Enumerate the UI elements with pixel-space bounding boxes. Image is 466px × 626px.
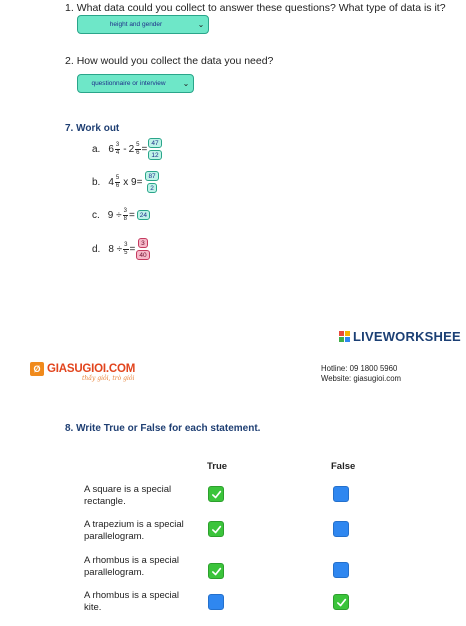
answer-fraction: 47 12 <box>148 138 162 160</box>
operator: x 9= <box>123 176 143 188</box>
contact-info: Hotline: 09 1800 5960 Website: giasugioi… <box>321 364 401 384</box>
whole-number: 9 ÷ <box>107 209 122 221</box>
item-label: b. <box>92 176 101 188</box>
liveworksheets-logo: LIVEWORKSHEE <box>339 329 461 344</box>
true-checkbox-3[interactable] <box>208 563 224 579</box>
answer-denominator-input[interactable]: 2 <box>147 183 157 193</box>
column-header-true: True <box>207 461 228 472</box>
false-checkbox-2[interactable] <box>333 521 349 537</box>
question-2-number: 2. <box>65 55 74 67</box>
whole-number: 6 <box>108 143 114 155</box>
checkmark-icon <box>211 567 221 575</box>
equals-sign: = <box>141 143 148 155</box>
work-item-c: c. 9 ÷ 38 = 24 <box>92 208 151 222</box>
section-8-title: 8. Write True or False for each statemen… <box>65 423 261 434</box>
denominator: 5 <box>124 249 128 256</box>
answer-numerator-input[interactable]: 87 <box>145 171 159 181</box>
true-checkbox-4[interactable] <box>208 594 224 610</box>
statement-line: rectangle. <box>84 496 126 507</box>
fraction: 35 <box>123 242 129 256</box>
chevron-down-icon: ⌄ <box>182 79 190 88</box>
whole-number: 4 <box>108 176 114 188</box>
item-label: d. <box>92 243 101 255</box>
statement-line: parallelogram. <box>84 531 145 542</box>
answer-input[interactable]: 24 <box>136 210 151 220</box>
fraction: 34 <box>114 142 121 156</box>
denominator: 4 <box>115 149 120 156</box>
checkmark-icon <box>211 490 221 498</box>
q2-answer-value: questionnaire or interview <box>91 80 166 87</box>
answer-denominator-input[interactable]: 40 <box>136 250 150 260</box>
numerator: 3 <box>123 242 129 250</box>
equals-sign: = <box>128 209 135 221</box>
statement-line: parallelogram. <box>84 567 145 578</box>
false-checkbox-3[interactable] <box>333 562 349 578</box>
website: Website: giasugioi.com <box>321 374 402 383</box>
denominator: 6 <box>115 182 120 189</box>
statement-line: A square is a special <box>84 484 172 495</box>
answer-fraction: 3 40 <box>136 238 150 260</box>
numerator: 3 <box>114 142 121 150</box>
statement-1: A square is a special rectangle. <box>84 484 202 508</box>
answer-denominator-input[interactable]: 12 <box>148 150 162 160</box>
question-2: 2. How would you collect the data you ne… <box>65 55 273 67</box>
statement-line: kite. <box>84 602 102 613</box>
question-1: 1. What data could you collect to answer… <box>65 2 446 14</box>
checkmark-icon <box>336 598 346 606</box>
statement-line: A trapezium is a special <box>84 519 184 530</box>
checkmark-icon <box>211 525 221 533</box>
true-checkbox-2[interactable] <box>208 521 224 537</box>
question-1-number: 1. <box>65 2 74 14</box>
chevron-down-icon: ⌄ <box>197 20 205 29</box>
numerator: 5 <box>135 142 141 150</box>
whole-number: 8 ÷ <box>108 243 123 255</box>
hotline: Hotline: 09 1800 5960 <box>321 364 398 373</box>
fraction: 56 <box>135 142 141 156</box>
statement-4: A rhombus is a special kite. <box>84 590 202 614</box>
section-7-title: 7. Work out <box>65 123 120 134</box>
statement-line: A rhombus is a special <box>84 555 180 566</box>
fraction: 38 <box>122 208 128 222</box>
statement-3: A rhombus is a special parallelogram. <box>84 555 202 579</box>
answer-fraction: 87 2 <box>145 171 159 193</box>
question-1-text: What data could you collect to answer th… <box>76 2 446 14</box>
statement-2: A trapezium is a special parallelogram. <box>84 519 202 543</box>
false-checkbox-4[interactable] <box>333 594 349 610</box>
statement-line: A rhombus is a special <box>84 590 180 601</box>
q2-answer-select[interactable]: questionnaire or interview ⌄ <box>77 74 194 93</box>
item-label: a. <box>92 143 101 155</box>
operator: - <box>123 143 127 155</box>
numerator: 5 <box>114 175 121 183</box>
giasugioi-logo: Ø GIASUGIOI.COM thầy giỏi, trò giỏi <box>30 362 135 382</box>
true-checkbox-1[interactable] <box>208 486 224 502</box>
giasugioi-logo-icon: Ø <box>30 362 44 376</box>
denominator: 8 <box>123 215 127 222</box>
work-item-d: d. 8 ÷ 35 = 3 40 <box>92 238 150 260</box>
work-item-a: a. 6 34 - 2 56 = 47 12 <box>92 138 162 160</box>
giasugioi-tagline: thầy giỏi, trò giỏi <box>82 375 135 382</box>
q1-answer-select[interactable]: height and gender ⌄ <box>77 15 209 34</box>
denominator: 6 <box>136 149 140 156</box>
numerator: 3 <box>122 208 128 216</box>
work-item-b: b. 4 56 x 9= 87 2 <box>92 171 159 193</box>
column-header-false: False <box>331 461 356 472</box>
item-label: c. <box>92 209 100 221</box>
question-2-text: How would you collect the data you need? <box>76 55 274 67</box>
q1-answer-value: height and gender <box>109 21 163 28</box>
whole-number: 2 <box>128 143 135 155</box>
answer-numerator-input[interactable]: 47 <box>148 138 162 148</box>
false-checkbox-1[interactable] <box>333 486 349 502</box>
liveworksheets-logo-icon <box>339 331 350 342</box>
giasugioi-logo-name: GIASUGIOI.COM <box>47 363 136 375</box>
equals-sign: = <box>129 243 136 255</box>
answer-numerator-input[interactable]: 3 <box>138 238 148 248</box>
fraction: 56 <box>114 175 121 189</box>
liveworksheets-logo-text: LIVEWORKSHEE <box>353 329 461 344</box>
